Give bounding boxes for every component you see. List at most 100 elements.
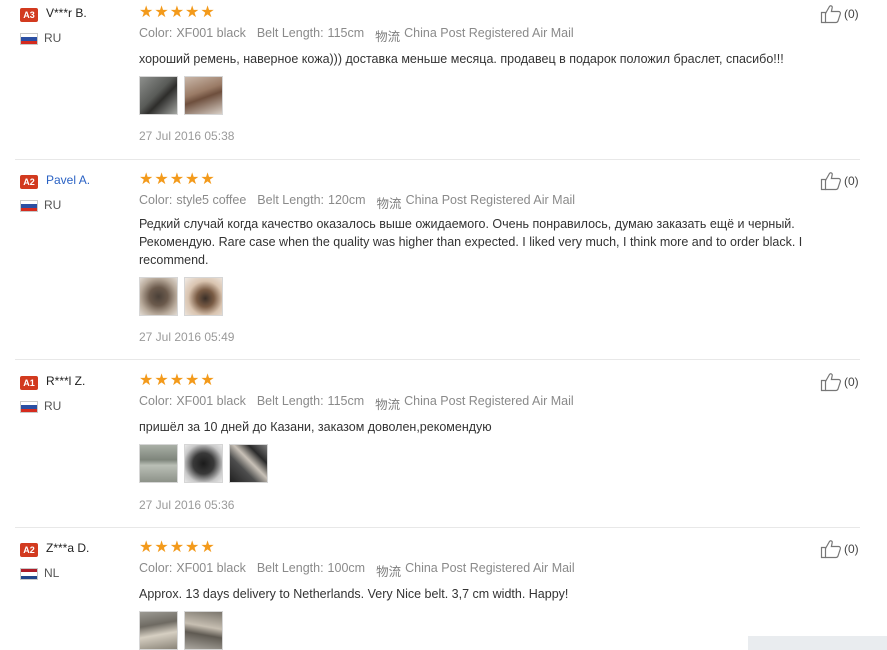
shipping-method: China Post Registered Air Mail: [404, 26, 574, 40]
reviewer-country: RU: [44, 399, 62, 413]
buyer-level-badge: A3: [20, 8, 38, 22]
thumbs-up-icon: [820, 172, 842, 191]
belt-length-value: 115cm: [327, 394, 365, 408]
color-label: Color:: [139, 193, 173, 207]
shipping-method: China Post Registered Air Mail: [404, 394, 574, 408]
review-item: A1 R***l Z. RU ★ ★ ★ ★ ★ Color: XF001 black …: [0, 368, 887, 528]
review-photo-thumbnail[interactable]: [139, 444, 178, 483]
reviewer-country: RU: [44, 31, 62, 45]
belt-length-value: 100cm: [327, 561, 366, 575]
belt-length-value: 115cm: [327, 26, 365, 40]
color-value: style5 coffee: [176, 193, 247, 207]
review-date: 27 Jul 2016 05:36: [139, 498, 235, 512]
review-photo-thumbnail[interactable]: [139, 611, 178, 650]
color-label: Color:: [139, 561, 173, 575]
color-value: XF001 black: [176, 26, 246, 40]
review-photos: [139, 277, 223, 316]
review-item: A2 Pavel A. RU ★ ★ ★ ★ ★ Color: style5 coffe…: [0, 167, 887, 360]
star-rating: ★ ★ ★ ★ ★: [139, 172, 215, 188]
reviewer-name: Z***a D.: [46, 541, 90, 555]
thumbs-up-icon: [820, 373, 842, 392]
shipping-method: China Post Registered Air Mail: [405, 561, 575, 575]
belt-length-label: Belt Length:: [256, 561, 324, 575]
star-icon: ★: [169, 539, 185, 556]
shipping-icon: 物流: [375, 398, 401, 412]
star-icon: ★: [154, 539, 169, 556]
belt-length-value: 120cm: [328, 193, 366, 207]
flag-ru-icon: [20, 401, 38, 413]
helpful-count: (0): [844, 7, 859, 21]
helpful-count: (0): [844, 375, 859, 389]
review-date: 27 Jul 2016 05:49: [139, 330, 235, 344]
review-text: пришёл за 10 дней до Казани, заказом дов…: [139, 420, 492, 434]
helpful-button[interactable]: (0): [820, 372, 859, 392]
review-photos: [139, 76, 223, 115]
belt-length-label: Belt Length:: [256, 394, 324, 408]
star-icon: ★: [200, 4, 215, 21]
order-attributes: Color: XF001 black Belt Length: 100cm 物流…: [139, 561, 586, 580]
review-text: Редкий случай когда качество оказалось в…: [139, 217, 803, 267]
star-icon: ★: [139, 372, 154, 389]
star-icon: ★: [169, 4, 185, 21]
helpful-button[interactable]: (0): [820, 4, 859, 24]
star-icon: ★: [200, 372, 215, 389]
star-icon: ★: [185, 372, 200, 389]
buyer-level-badge: A1: [20, 376, 38, 390]
color-value: XF001 black: [176, 561, 246, 575]
reviewer-country: NL: [44, 566, 60, 580]
buyer-level-badge: A2: [20, 175, 38, 189]
review-photo-thumbnail[interactable]: [184, 76, 223, 115]
shipping-icon: 物流: [375, 30, 401, 44]
order-attributes: Color: XF001 black Belt Length: 115cm 物流…: [139, 26, 585, 45]
star-icon: ★: [139, 539, 154, 556]
reviewer-country: RU: [44, 198, 62, 212]
color-value: XF001 black: [176, 394, 246, 408]
reviewer-name[interactable]: Pavel A.: [46, 173, 90, 187]
star-icon: ★: [185, 539, 200, 556]
buyer-level-badge: A2: [20, 543, 38, 557]
thumbs-up-icon: [820, 540, 842, 559]
review-date: 27 Jul 2016 05:38: [139, 129, 235, 143]
order-attributes: Color: style5 coffee Belt Length: 120cm …: [139, 193, 586, 212]
review-photo-thumbnail[interactable]: [184, 444, 223, 483]
star-icon: ★: [169, 372, 185, 389]
review-photos: [139, 444, 268, 483]
star-icon: ★: [200, 171, 215, 188]
belt-length-label: Belt Length:: [256, 26, 324, 40]
star-icon: ★: [169, 171, 185, 188]
thumbs-up-icon: [820, 5, 842, 24]
reviewer-name: V***r B.: [46, 6, 87, 20]
star-icon: ★: [154, 4, 169, 21]
review-photo-thumbnail[interactable]: [229, 444, 268, 483]
flag-ru-icon: [20, 200, 38, 212]
review-text: Approx. 13 days delivery to Netherlands.…: [139, 587, 569, 601]
footer-bar: [748, 636, 887, 650]
star-icon: ★: [154, 171, 169, 188]
helpful-button[interactable]: (0): [820, 539, 859, 559]
review-photo-thumbnail[interactable]: [139, 76, 178, 115]
review-item: A2 Z***a D. NL ★ ★ ★ ★ ★ Color: XF001 black …: [0, 535, 887, 650]
color-label: Color:: [139, 394, 173, 408]
helpful-count: (0): [844, 174, 859, 188]
belt-length-label: Belt Length:: [257, 193, 325, 207]
star-rating: ★ ★ ★ ★ ★: [139, 5, 215, 21]
color-label: Color:: [139, 26, 173, 40]
star-rating: ★ ★ ★ ★ ★: [139, 540, 215, 556]
review-photos: [139, 611, 223, 650]
order-attributes: Color: XF001 black Belt Length: 115cm 物流…: [139, 394, 585, 413]
star-icon: ★: [185, 171, 200, 188]
star-rating: ★ ★ ★ ★ ★: [139, 373, 215, 389]
review-photo-thumbnail[interactable]: [139, 277, 178, 316]
shipping-icon: 物流: [376, 197, 402, 211]
shipping-icon: 物流: [376, 565, 402, 579]
review-photo-thumbnail[interactable]: [184, 277, 223, 316]
helpful-button[interactable]: (0): [820, 171, 859, 191]
star-icon: ★: [185, 4, 200, 21]
star-icon: ★: [139, 171, 154, 188]
reviewer-name: R***l Z.: [46, 374, 86, 388]
shipping-method: China Post Registered Air Mail: [405, 193, 576, 207]
flag-nl-icon: [20, 568, 38, 580]
review-photo-thumbnail[interactable]: [184, 611, 223, 650]
helpful-count: (0): [844, 542, 859, 556]
star-icon: ★: [154, 372, 169, 389]
